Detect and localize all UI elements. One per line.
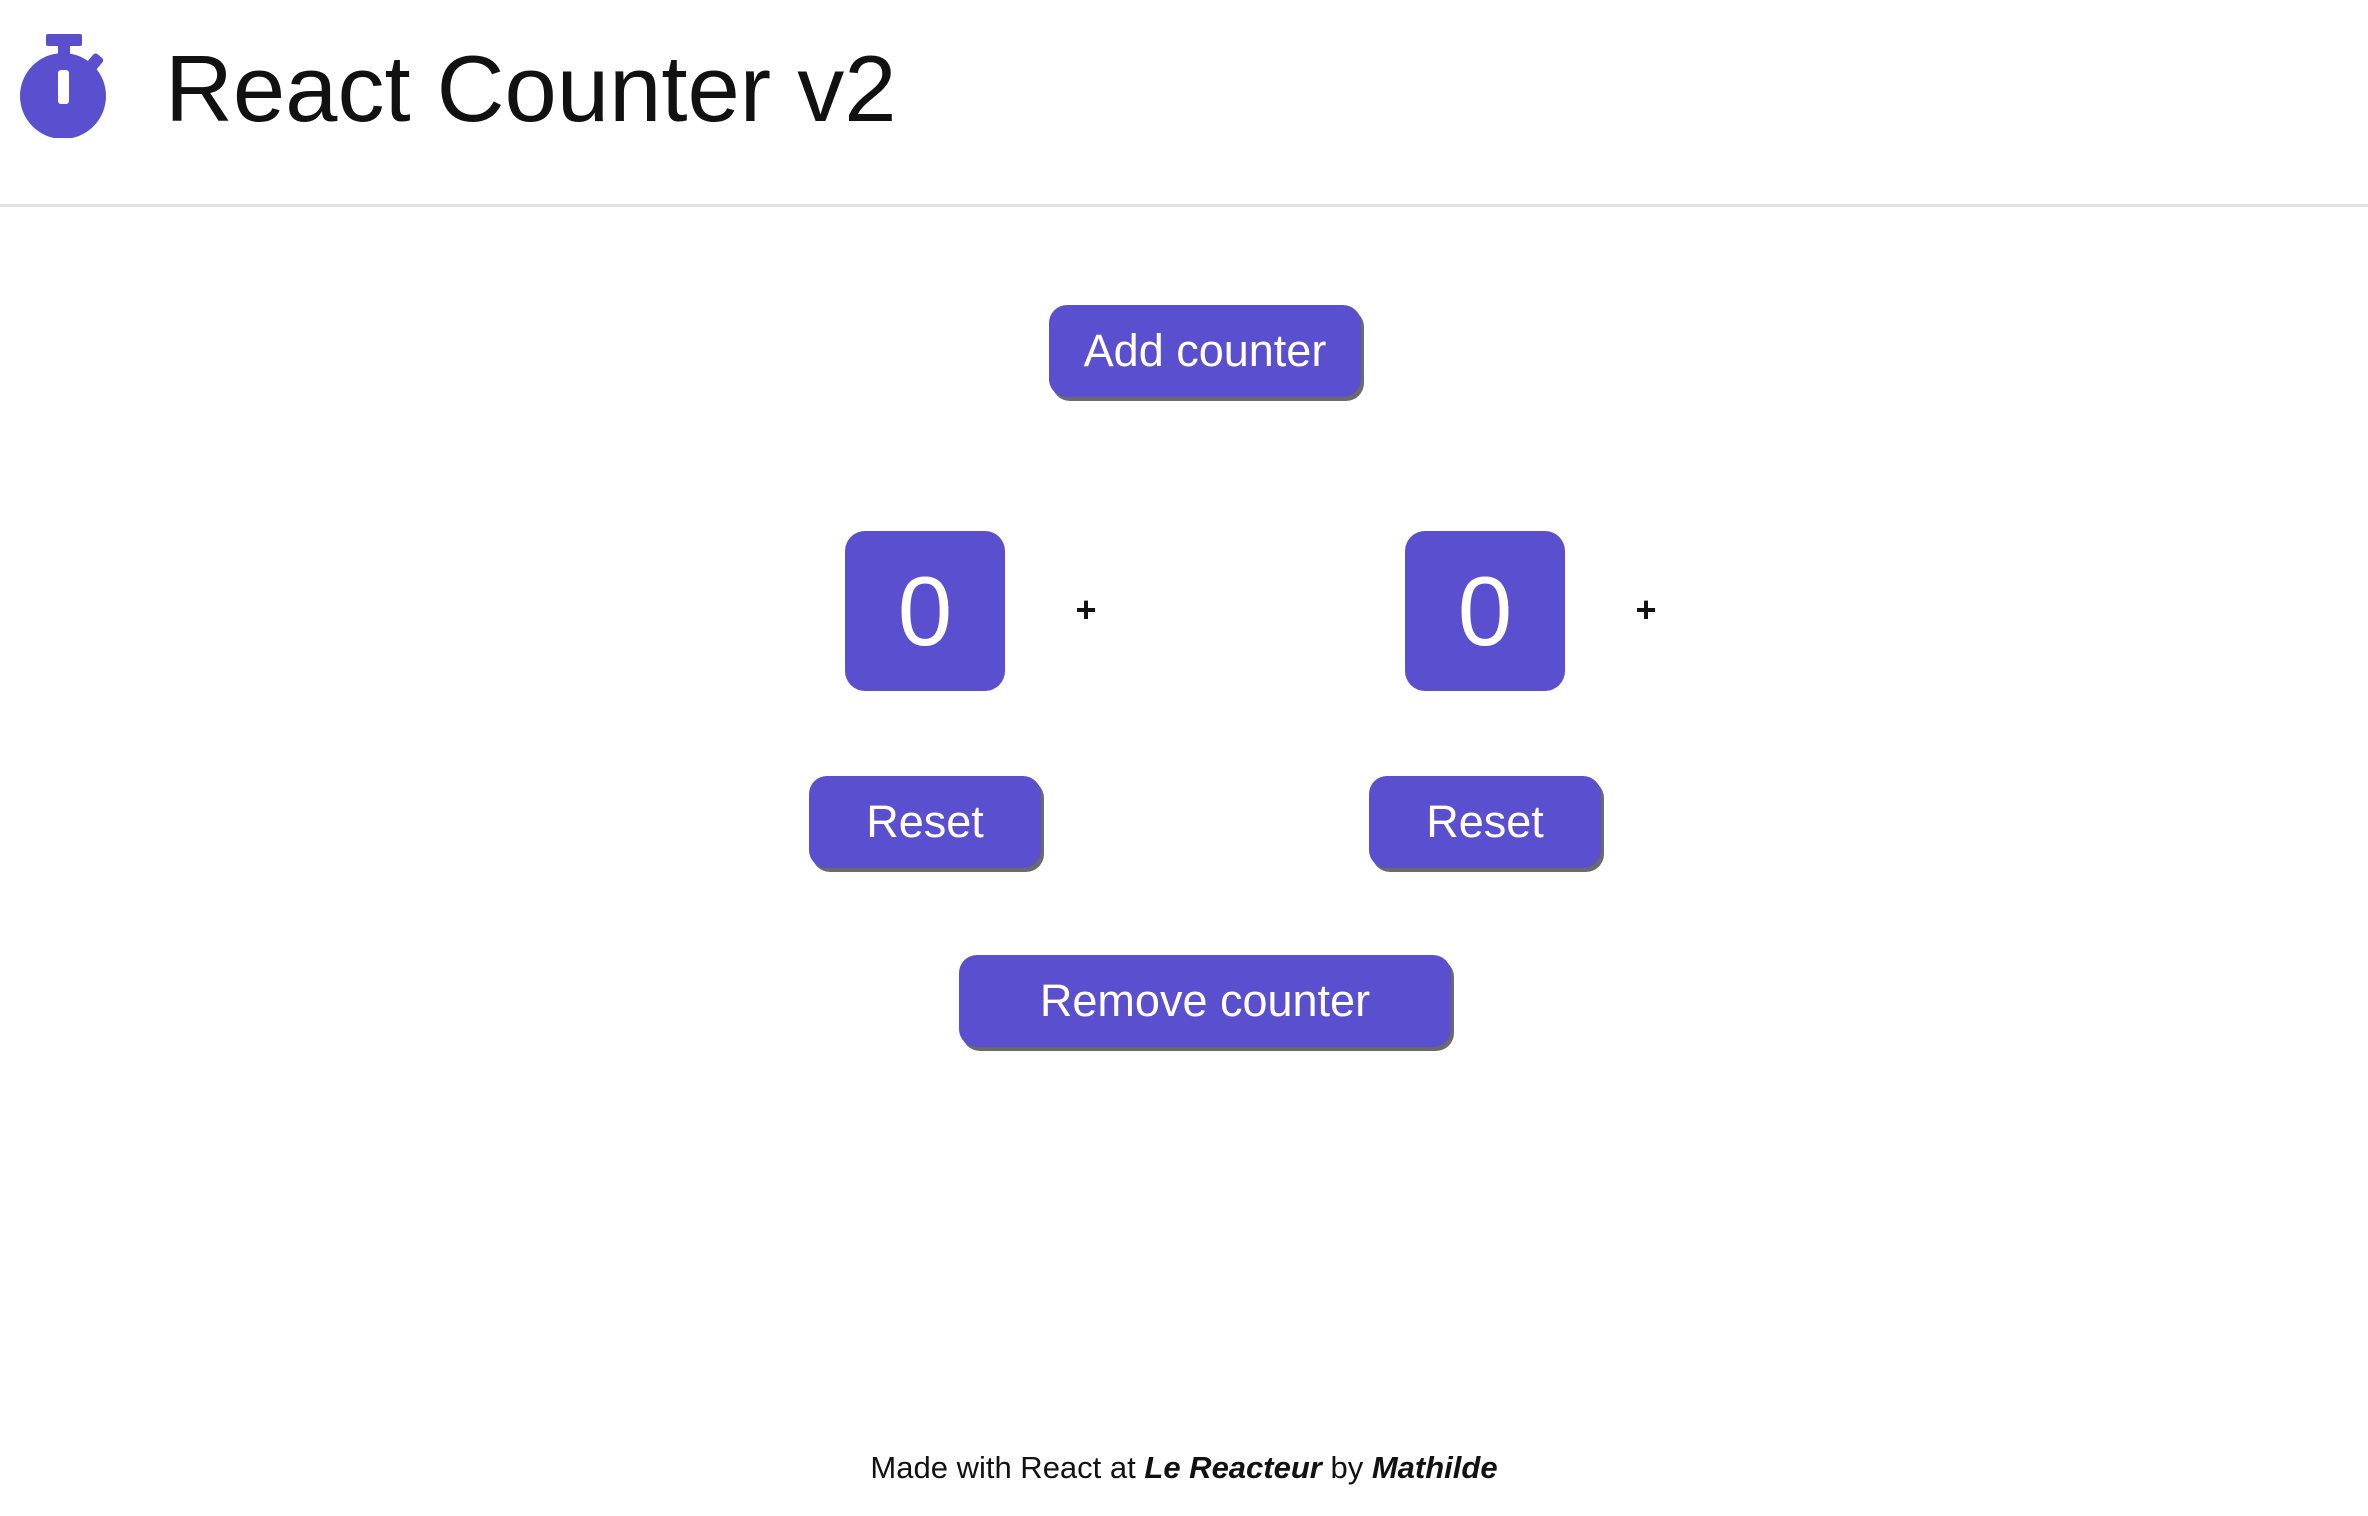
counter-value: 0: [1405, 531, 1565, 691]
stopwatch-icon: [20, 34, 106, 138]
remove-counter-button[interactable]: Remove counter: [959, 955, 1451, 1047]
footer-by: by: [1330, 1450, 1364, 1485]
footer-prefix: Made with React at: [870, 1450, 1136, 1485]
counter-value: 0: [845, 531, 1005, 691]
increment-button[interactable]: +: [1626, 589, 1666, 630]
reset-button[interactable]: Reset: [809, 776, 1041, 868]
app-header: React Counter v2: [0, 0, 2368, 207]
increment-button[interactable]: +: [1066, 589, 1106, 630]
footer-author: Mathilde: [1371, 1450, 1498, 1485]
footer: Made with React at Le Reacteur by Mathil…: [0, 1450, 2368, 1486]
reset-button[interactable]: Reset: [1369, 776, 1601, 868]
page-title: React Counter v2: [165, 36, 897, 141]
footer-school: Le Reacteur: [1144, 1450, 1322, 1485]
add-counter-button[interactable]: Add counter: [1049, 305, 1361, 397]
